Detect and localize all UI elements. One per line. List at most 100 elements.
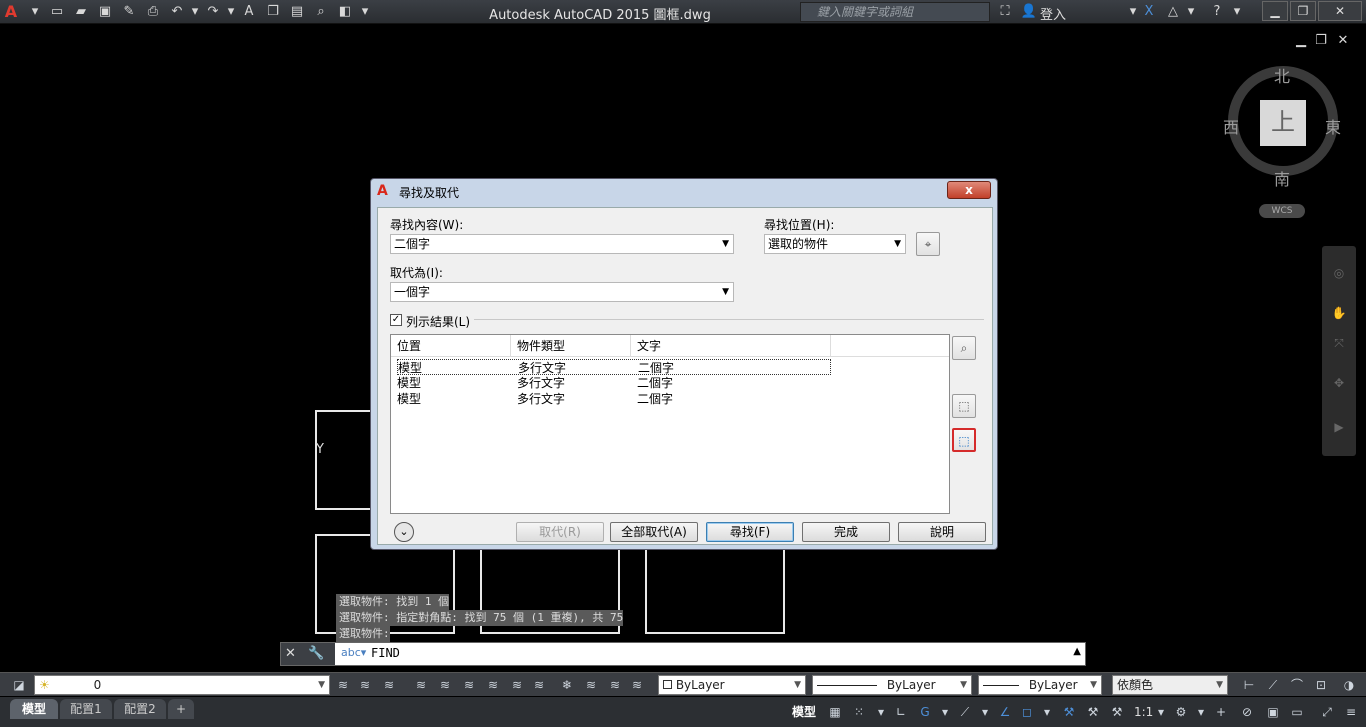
scale-dropdown-icon[interactable]: ▾ (1152, 703, 1170, 721)
column-header-text[interactable]: 文字 (631, 335, 831, 357)
layer-previous-icon[interactable]: ≋ (380, 676, 398, 694)
location-select[interactable]: 選取的物件 ▼ (764, 234, 906, 254)
make-current-layer-icon[interactable]: ≋ (334, 676, 352, 694)
object-snap-tracking-icon[interactable]: ∠ (996, 703, 1014, 721)
list-results-checkbox[interactable]: ✓ (390, 314, 402, 326)
create-selection-set-all-button[interactable]: ⬚ (952, 428, 976, 452)
close-icon[interactable]: ✕ (285, 646, 296, 661)
snap-dropdown-icon[interactable]: ▾ (872, 703, 890, 721)
save-icon[interactable]: ▣ (96, 3, 114, 21)
layer-off-icon[interactable]: ≋ (412, 676, 430, 694)
layer-select[interactable]: ☀ 0 ▼ (34, 675, 330, 695)
copy-icon[interactable]: ❐ (264, 3, 282, 21)
expand-options-chevron-icon[interactable]: ⌄ (394, 522, 414, 542)
compass-south[interactable]: 南 (1274, 166, 1290, 190)
search-input[interactable]: 鍵入關鍵字或詞組 (800, 2, 990, 22)
match-properties-icon[interactable]: ▤ (288, 3, 306, 21)
a360-dropdown-icon[interactable]: ▾ (1182, 3, 1200, 21)
app-menu-chevron-icon[interactable]: ▾ (26, 3, 44, 21)
dialog-title-bar[interactable]: A 尋找及取代 x (371, 179, 997, 205)
redo-dropdown-icon[interactable]: ▾ (222, 3, 240, 21)
plotstyle-select[interactable]: 依顏色 ▼ (1112, 675, 1228, 695)
exchange-icon[interactable]: X (1140, 3, 1158, 21)
linetype-select[interactable]: ByLayer ▼ (812, 675, 972, 695)
find-input[interactable]: 二個字 ▼ (390, 234, 734, 254)
layer-walk-icon[interactable]: ≋ (530, 676, 548, 694)
layer-lock-icon[interactable]: ≋ (484, 676, 502, 694)
compass-west[interactable]: 西 (1223, 114, 1239, 138)
text-icon[interactable]: A (240, 3, 258, 21)
command-line[interactable]: ✕ 🔧 abc▾ FIND ▲ (280, 642, 1086, 666)
column-header-object-type[interactable]: 物件類型 (511, 335, 631, 357)
lineweight-select[interactable]: ByLayer ▼ (978, 675, 1102, 695)
save-as-icon[interactable]: ✎ (120, 3, 138, 21)
dimension-arc-icon[interactable]: ⌒ (1288, 676, 1306, 694)
replace-button[interactable]: 取代(R) (516, 522, 604, 542)
viewcube-top-face[interactable]: 上 (1260, 100, 1306, 146)
command-input[interactable]: FIND (371, 646, 400, 660)
annotation-monitor-icon[interactable]: + (1212, 703, 1230, 721)
help-icon[interactable]: ? (1208, 3, 1226, 21)
layer-thaw-icon[interactable]: ❄ (558, 676, 576, 694)
layer-isolate-icon[interactable]: ≋ (436, 676, 454, 694)
isodraft-dropdown-icon[interactable]: ▾ (976, 703, 994, 721)
workspace-dropdown-icon[interactable]: ▾ (1192, 703, 1210, 721)
help-button[interactable]: 說明 (898, 522, 986, 542)
new-file-icon[interactable]: ▭ (48, 3, 66, 21)
dimension-linear-icon[interactable]: ⊢ (1240, 676, 1258, 694)
steering-wheel-icon[interactable]: ◎ (1330, 264, 1348, 282)
snap-icon[interactable]: ⁙ (850, 703, 868, 721)
clean-screen-icon[interactable]: ▭ (1288, 703, 1306, 721)
undo-dropdown-icon[interactable]: ▾ (186, 3, 204, 21)
object-snap-dropdown-icon[interactable]: ▾ (1038, 703, 1056, 721)
compass-east[interactable]: 東 (1325, 114, 1341, 138)
help-dropdown-icon[interactable]: ▾ (1228, 3, 1246, 21)
undo-icon[interactable]: ↶ (168, 3, 186, 21)
done-button[interactable]: 完成 (802, 522, 890, 542)
chevron-down-icon[interactable]: ▼ (722, 235, 729, 253)
find-button[interactable]: 尋找(F) (706, 522, 794, 542)
isodraft-icon[interactable]: ⟋ (956, 703, 974, 721)
chevron-down-icon[interactable]: ▼ (722, 283, 729, 301)
layer-properties-icon[interactable]: ◪ (10, 676, 28, 694)
auto-scale-icon[interactable]: ⚒ (1084, 703, 1102, 721)
customize-toolbar-icon[interactable]: ▾ (356, 3, 374, 21)
layer-merge-icon[interactable]: ≋ (628, 676, 646, 694)
replace-all-button[interactable]: 全部取代(A) (610, 522, 698, 542)
color-select[interactable]: ByLayer ▼ (658, 675, 806, 695)
layer-unlock-icon[interactable]: ≋ (606, 676, 624, 694)
isolate-objects-icon[interactable]: ⊘ (1238, 703, 1256, 721)
polar-dropdown-icon[interactable]: ▾ (936, 703, 954, 721)
recent-commands-icon[interactable]: abc▾ (341, 646, 366, 659)
layer-unisolate-icon[interactable]: ≋ (508, 676, 526, 694)
wcs-menu[interactable]: WCS (1259, 204, 1305, 218)
annotation-scale-icon[interactable]: ⚒ (1108, 703, 1126, 721)
customization-menu-icon[interactable]: ≡ (1342, 703, 1360, 721)
annotation-scale-value[interactable]: 1:1 (1134, 705, 1153, 719)
chevron-down-icon[interactable]: ▼ (894, 235, 901, 253)
table-row[interactable]: 模型 多行文字 二個字 (397, 375, 831, 391)
object-snap-icon[interactable]: ◻ (1018, 703, 1036, 721)
a360-icon[interactable]: △ (1164, 3, 1182, 21)
polar-tracking-icon[interactable]: G (916, 703, 934, 721)
drawing-restore-icon[interactable]: ❐ (1312, 32, 1330, 50)
select-objects-button[interactable]: ⌖ (916, 232, 940, 256)
tab-layout1[interactable]: 配置1 (60, 699, 112, 719)
grid-icon[interactable]: ▦ (826, 703, 844, 721)
binoculars-icon[interactable]: ⛶ (996, 3, 1014, 21)
replace-input[interactable]: 一個字 ▼ (390, 282, 734, 302)
workspace-gear-icon[interactable]: ⚙ (1172, 703, 1190, 721)
properties-overflow-icon[interactable]: ◑ (1340, 676, 1358, 694)
dialog-close-button[interactable]: x (947, 181, 991, 199)
layer-freeze-icon[interactable]: ≋ (460, 676, 478, 694)
layer-match-icon[interactable]: ≋ (356, 676, 374, 694)
hardware-acceleration-icon[interactable]: ▣ (1264, 703, 1282, 721)
table-row[interactable]: 模型 多行文字 二個字 (397, 391, 831, 407)
print-icon[interactable]: ⎙ (144, 3, 162, 21)
ortho-icon[interactable]: ∟ (892, 703, 910, 721)
pan-icon[interactable]: ✋ (1330, 304, 1348, 322)
user-icon[interactable]: 👤 (1020, 3, 1038, 21)
drawing-close-icon[interactable]: ✕ (1334, 32, 1352, 50)
tab-layout2[interactable]: 配置2 (114, 699, 166, 719)
annotation-visibility-icon[interactable]: ⚒ (1060, 703, 1078, 721)
